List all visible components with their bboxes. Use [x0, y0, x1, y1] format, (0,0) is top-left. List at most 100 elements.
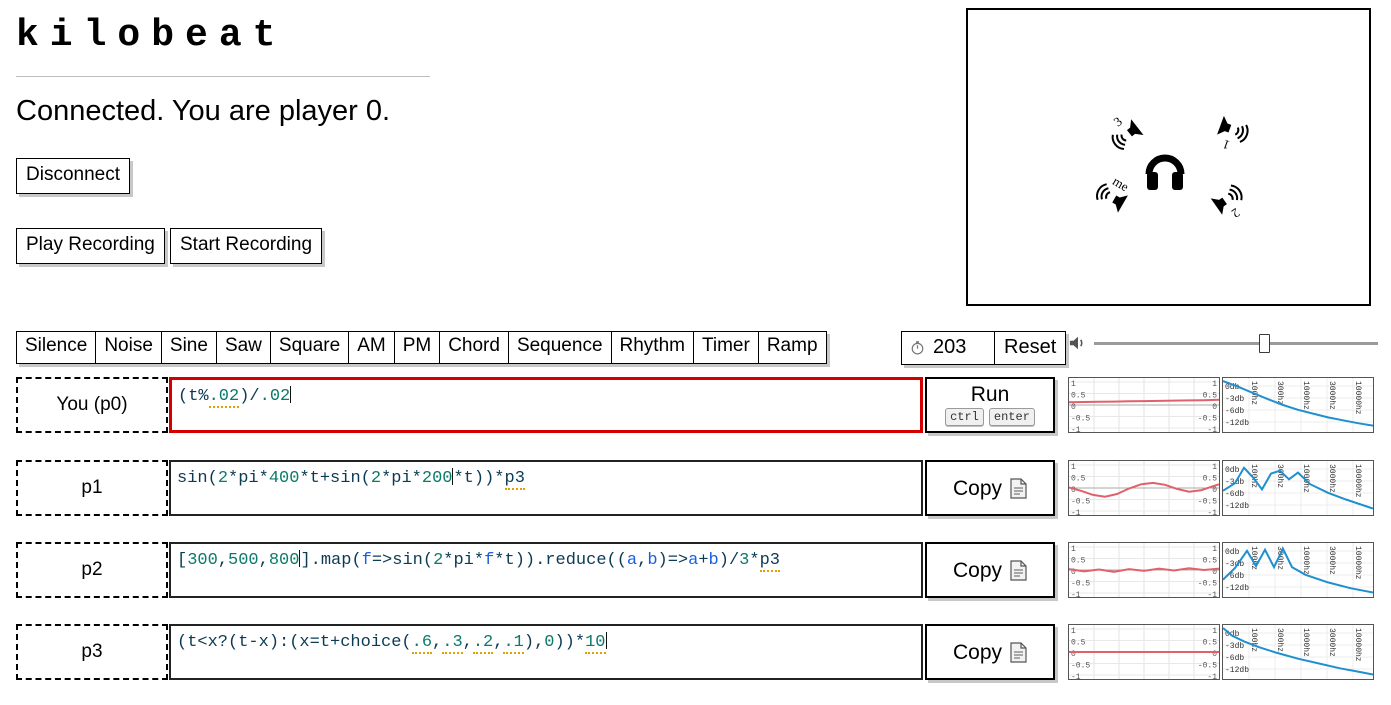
svg-text:1: 1: [1212, 545, 1217, 554]
volume-control[interactable]: [1068, 334, 1378, 353]
code-text: sin(2*pi*400*t+sin(2*pi*200*t))*p3: [177, 468, 525, 490]
svg-text:0db: 0db: [1225, 466, 1240, 475]
shortcut-keys: ctrl enter: [945, 407, 1035, 427]
player-label-p3: p3: [16, 624, 168, 680]
player-label-p2: p2: [16, 542, 168, 598]
action-label: Copy: [952, 476, 1003, 500]
spectrum-svg: 0db-3db-6db-12db100hz 300hz 1000hz 3000hz 10…: [1223, 378, 1373, 432]
svg-text:3000hz: 3000hz: [1327, 381, 1336, 410]
action-label: Copy: [952, 558, 1003, 582]
code-text: (t%.02)/.02: [178, 386, 292, 408]
svg-text:-0.5: -0.5: [1071, 580, 1090, 589]
svg-text:0: 0: [1212, 403, 1217, 412]
preset-timer-button[interactable]: Timer: [692, 331, 758, 364]
svg-text:100hz: 100hz: [1249, 628, 1258, 652]
volume-slider[interactable]: [1094, 334, 1378, 353]
code-editor-p0[interactable]: (t%.02)/.02: [169, 377, 923, 433]
waveform-scope: 1 1 0.5 0.5 0 0 -0.5 -0.5 -1 -1: [1068, 542, 1220, 598]
svg-text:-0.5: -0.5: [1198, 662, 1217, 671]
spectrum-svg: 0db-3db-6db-12db100hz 300hz 1000hz 3000hz 10…: [1223, 625, 1373, 679]
listener-headphones-icon: [1145, 154, 1185, 190]
preset-sine-button[interactable]: Sine: [160, 331, 216, 364]
waveform-scope: 1 1 0.5 0.5 0 0 -0.5 -0.5 -1 -1: [1068, 624, 1220, 680]
player-visualizers: 1 1 0.5 0.5 0 0 -0.5 -0.5 -1 -1 0db -3db -6db -12db 10…: [1068, 624, 1374, 680]
code-editor-p3[interactable]: (t<x?(t-x):(x=t+choice(.6,.3,.2,.1),0))*…: [169, 624, 923, 680]
stopwatch-icon: [911, 340, 924, 354]
key-enter: enter: [988, 407, 1035, 427]
player-visualizers: 1 1 0.5 0.5 0 0 -0.5 -0.5 -1 -1 0db -3db -6db -12db 10…: [1068, 377, 1374, 433]
spectrum-analyzer: 0db -3db -6db -12db 100hz 300hz 1000hz 3000hz 10…: [1222, 624, 1374, 680]
spectrum-analyzer: 0db -3db -6db -12db 100hz 300hz 1000hz 3000hz 10…: [1222, 542, 1374, 598]
panner-source-label: 2: [1229, 205, 1243, 221]
waveform-scope: 1 1 0.5 0.5 0 0 -0.5 -0.5 -1 -1: [1068, 377, 1220, 433]
panner-source-label: me: [1110, 173, 1131, 194]
panner-source-me[interactable]: me: [1094, 169, 1135, 213]
timer-group[interactable]: 203 Reset: [901, 331, 1067, 365]
volume-thumb[interactable]: [1258, 334, 1270, 353]
waveform-svg: 1 10.5 0.50 0-0.5 -0.5-1 -1: [1069, 461, 1219, 515]
spatial-panner-canvas[interactable]: 3 1 me 2: [966, 8, 1371, 306]
svg-text:10000hz: 10000hz: [1353, 381, 1362, 415]
panner-source-2[interactable]: 2: [1210, 182, 1253, 226]
preset-saw-button[interactable]: Saw: [215, 331, 270, 364]
svg-text:0.5: 0.5: [1071, 475, 1086, 484]
svg-text:-0.5: -0.5: [1071, 662, 1090, 671]
svg-text:-1: -1: [1207, 426, 1217, 432]
svg-text:1: 1: [1071, 463, 1076, 472]
preset-silence-button[interactable]: Silence: [16, 331, 96, 364]
disconnect-button[interactable]: Disconnect: [16, 158, 130, 194]
panner-source-3[interactable]: 3: [1100, 108, 1144, 152]
panner-source-1[interactable]: 1: [1212, 115, 1250, 158]
player-visualizers: 1 1 0.5 0.5 0 0 -0.5 -0.5 -1 -1 0db -3db -6db -12db 10…: [1068, 542, 1374, 598]
svg-text:-3db: -3db: [1225, 395, 1244, 404]
svg-text:-1: -1: [1071, 591, 1081, 597]
preset-rhythm-button[interactable]: Rhythm: [610, 331, 693, 364]
svg-text:-6db: -6db: [1225, 490, 1244, 499]
svg-text:1000hz: 1000hz: [1301, 381, 1310, 410]
svg-text:-1: -1: [1207, 509, 1217, 515]
svg-text:0.5: 0.5: [1203, 475, 1218, 484]
svg-text:-1: -1: [1207, 673, 1217, 679]
svg-text:-12db: -12db: [1225, 419, 1249, 428]
preset-noise-button[interactable]: Noise: [95, 331, 161, 364]
copy-button[interactable]: Copy: [925, 624, 1055, 680]
copy-button[interactable]: Copy: [925, 460, 1055, 516]
reset-button[interactable]: Reset: [994, 331, 1067, 365]
preset-pm-button[interactable]: PM: [393, 331, 440, 364]
code-editor-p1[interactable]: sin(2*pi*400*t+sin(2*pi*200*t))*p3: [169, 460, 923, 516]
preset-square-button[interactable]: Square: [269, 331, 349, 364]
timer-value: 203: [933, 336, 967, 358]
waveform-scope: 1 1 0.5 0.5 0 0 -0.5 -0.5 -1 -1: [1068, 460, 1220, 516]
svg-text:1000hz: 1000hz: [1301, 546, 1310, 575]
code-editor-p2[interactable]: [300,500,800].map(f=>sin(2*pi*f*t)).redu…: [169, 542, 923, 598]
synth-preset-toolbar[interactable]: Silence Noise Sine Saw Square AM PM Chord Sequen…: [16, 331, 827, 364]
svg-text:-6db: -6db: [1225, 572, 1244, 581]
copy-button[interactable]: Copy: [925, 542, 1055, 598]
svg-text:1: 1: [1071, 545, 1076, 554]
play-recording-button[interactable]: Play Recording: [16, 228, 165, 264]
preset-am-button[interactable]: AM: [348, 331, 394, 364]
header-divider: [16, 76, 430, 77]
app-logo: kilobeat: [16, 14, 287, 57]
panner-source-label: 1: [1220, 137, 1231, 153]
svg-text:1: 1: [1212, 463, 1217, 472]
preset-ramp-button[interactable]: Ramp: [757, 331, 827, 364]
svg-text:-0.5: -0.5: [1198, 498, 1217, 507]
preset-sequence-button[interactable]: Sequence: [507, 331, 611, 364]
svg-text:-6db: -6db: [1225, 654, 1244, 663]
svg-text:-12db: -12db: [1225, 584, 1249, 593]
action-label: Run: [970, 382, 1010, 406]
panner-svg: 3 1 me 2: [1094, 108, 1253, 226]
svg-text:-0.5: -0.5: [1198, 580, 1217, 589]
run-button[interactable]: Run ctrl enter: [925, 377, 1055, 433]
timer-display: 203: [901, 331, 994, 365]
player-row: p1 sin(2*pi*400*t+sin(2*pi*200*t))*p3 Copy: [16, 460, 1055, 516]
player-row: p2 [300,500,800].map(f=>sin(2*pi*f*t)).re…: [16, 542, 1055, 598]
svg-text:3000hz: 3000hz: [1327, 464, 1336, 493]
preset-chord-button[interactable]: Chord: [439, 331, 508, 364]
svg-text:1: 1: [1212, 627, 1217, 636]
svg-text:0.5: 0.5: [1071, 557, 1086, 566]
start-recording-button[interactable]: Start Recording: [170, 228, 323, 264]
waveform-svg: 1 10.5 0.50 0-0.5 -0.5-1 -1: [1069, 543, 1219, 597]
svg-text:3000hz: 3000hz: [1327, 628, 1336, 657]
